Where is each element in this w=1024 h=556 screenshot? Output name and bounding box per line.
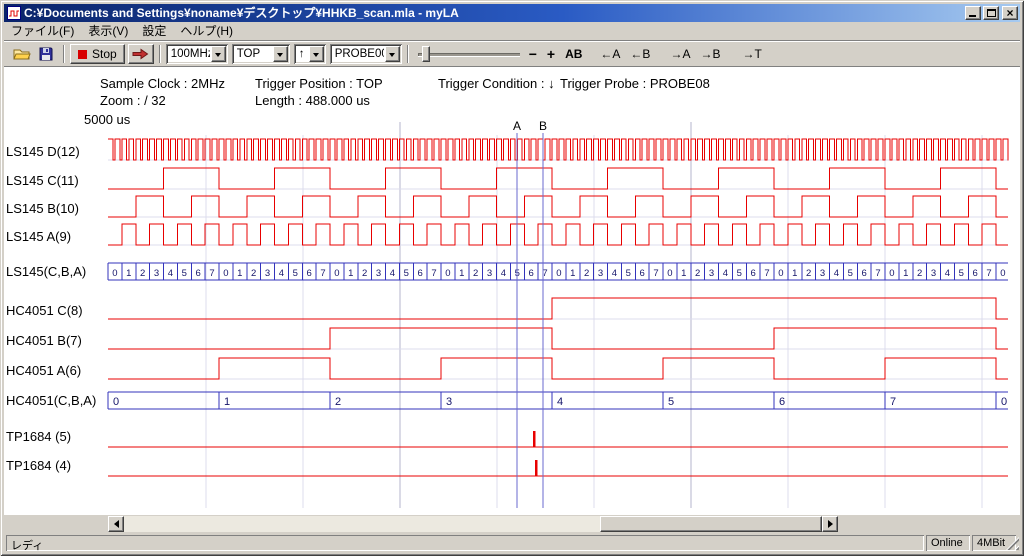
goto-marker-b-left-button[interactable]: ←B — [625, 44, 655, 64]
stop-square-icon — [78, 50, 87, 59]
status-online: Online — [926, 535, 970, 551]
folder-open-icon — [13, 47, 31, 61]
stop-button[interactable]: Stop — [70, 44, 125, 64]
maximize-button[interactable] — [983, 6, 999, 20]
close-button[interactable]: × — [1002, 6, 1018, 20]
chevron-down-icon[interactable] — [385, 46, 400, 62]
stop-button-label: Stop — [92, 47, 117, 61]
main-panel: Sample Clock : 2MHz Trigger Position : T… — [4, 68, 1020, 515]
length-info: Length : 488.000 us — [255, 93, 370, 108]
zoom-in-button[interactable]: + — [542, 44, 560, 64]
scroll-right-button[interactable] — [822, 516, 838, 532]
menu-item-view[interactable]: 表示(V) — [81, 22, 135, 40]
chevron-down-icon[interactable] — [309, 46, 324, 62]
zoom-slider[interactable] — [418, 44, 520, 64]
trigger-position-value: TOP — [237, 48, 272, 60]
trigger-edge-combo[interactable]: ↑ — [294, 44, 326, 64]
close-icon: × — [1003, 6, 1017, 20]
chevron-down-icon[interactable] — [273, 46, 288, 62]
trigger-probe-info: Trigger Probe : PROBE08 — [560, 76, 710, 91]
minimize-icon — [969, 15, 976, 17]
menu-item-settings[interactable]: 設定 — [135, 22, 173, 40]
horizontal-scrollbar[interactable] — [108, 516, 838, 532]
status-ready: レディ — [6, 535, 924, 551]
triangle-right-icon — [828, 520, 837, 528]
zoom-out-button[interactable]: − — [524, 44, 542, 64]
run-button[interactable] — [128, 44, 154, 64]
toolbar-separator — [63, 45, 65, 63]
trigger-condition-info: Trigger Condition : ↓ — [438, 76, 555, 91]
statusbar: レディ Online 4MBit — [4, 533, 1020, 552]
menu-item-help[interactable]: ヘルプ(H) — [173, 22, 240, 40]
goto-trigger-button[interactable]: →T — [737, 44, 766, 64]
triangle-left-icon — [110, 520, 119, 528]
goto-marker-a-right-button[interactable]: →A — [665, 44, 695, 64]
trigger-position-combo[interactable]: TOP — [232, 44, 290, 64]
probe-combo[interactable]: PROBE00 — [330, 44, 402, 64]
app-window: C:¥Documents and Settings¥noname¥デスクトップ¥… — [0, 0, 1024, 556]
probe-value: PROBE00 — [335, 48, 384, 60]
save-button[interactable] — [34, 44, 58, 64]
menu-item-file[interactable]: ファイル(F) — [4, 22, 81, 40]
maximize-icon — [987, 9, 996, 17]
window-title: C:¥Documents and Settings¥noname¥デスクトップ¥… — [24, 4, 963, 22]
chevron-down-icon[interactable] — [211, 46, 226, 62]
menubar: ファイル(F) 表示(V) 設定 ヘルプ(H) — [4, 22, 1020, 40]
goto-marker-b-right-button[interactable]: →B — [695, 44, 725, 64]
floppy-icon — [39, 47, 53, 61]
zoom-info: Zoom : / 32 — [100, 93, 166, 108]
titlebar: C:¥Documents and Settings¥noname¥デスクトップ¥… — [4, 4, 1020, 22]
trigger-edge-value: ↑ — [299, 48, 308, 60]
sample-clock-value: 100MHz — [171, 48, 210, 60]
ab-markers-button[interactable]: AB — [560, 44, 587, 64]
time-division-label: 5000 us — [84, 112, 130, 127]
goto-marker-a-left-button[interactable]: ←A — [595, 44, 625, 64]
scrollbar-thumb[interactable] — [600, 516, 822, 532]
run-arrow-icon — [132, 48, 149, 60]
trigger-position-info: Trigger Position : TOP — [255, 76, 383, 91]
sample-clock-combo[interactable]: 100MHz — [166, 44, 228, 64]
toolbar-separator — [407, 45, 409, 63]
zoom-slider-track — [418, 53, 520, 56]
open-button[interactable] — [10, 44, 34, 64]
toolbar: Stop 100MHz TOP ↑ PROBE00 − — [4, 42, 1020, 66]
sample-clock-info: Sample Clock : 2MHz — [100, 76, 225, 91]
zoom-slider-handle[interactable] — [422, 46, 430, 62]
app-icon — [7, 6, 21, 20]
scroll-strip — [4, 515, 1020, 533]
scroll-left-button[interactable] — [108, 516, 124, 532]
toolbar-separator — [159, 45, 161, 63]
minimize-button[interactable] — [965, 6, 981, 20]
